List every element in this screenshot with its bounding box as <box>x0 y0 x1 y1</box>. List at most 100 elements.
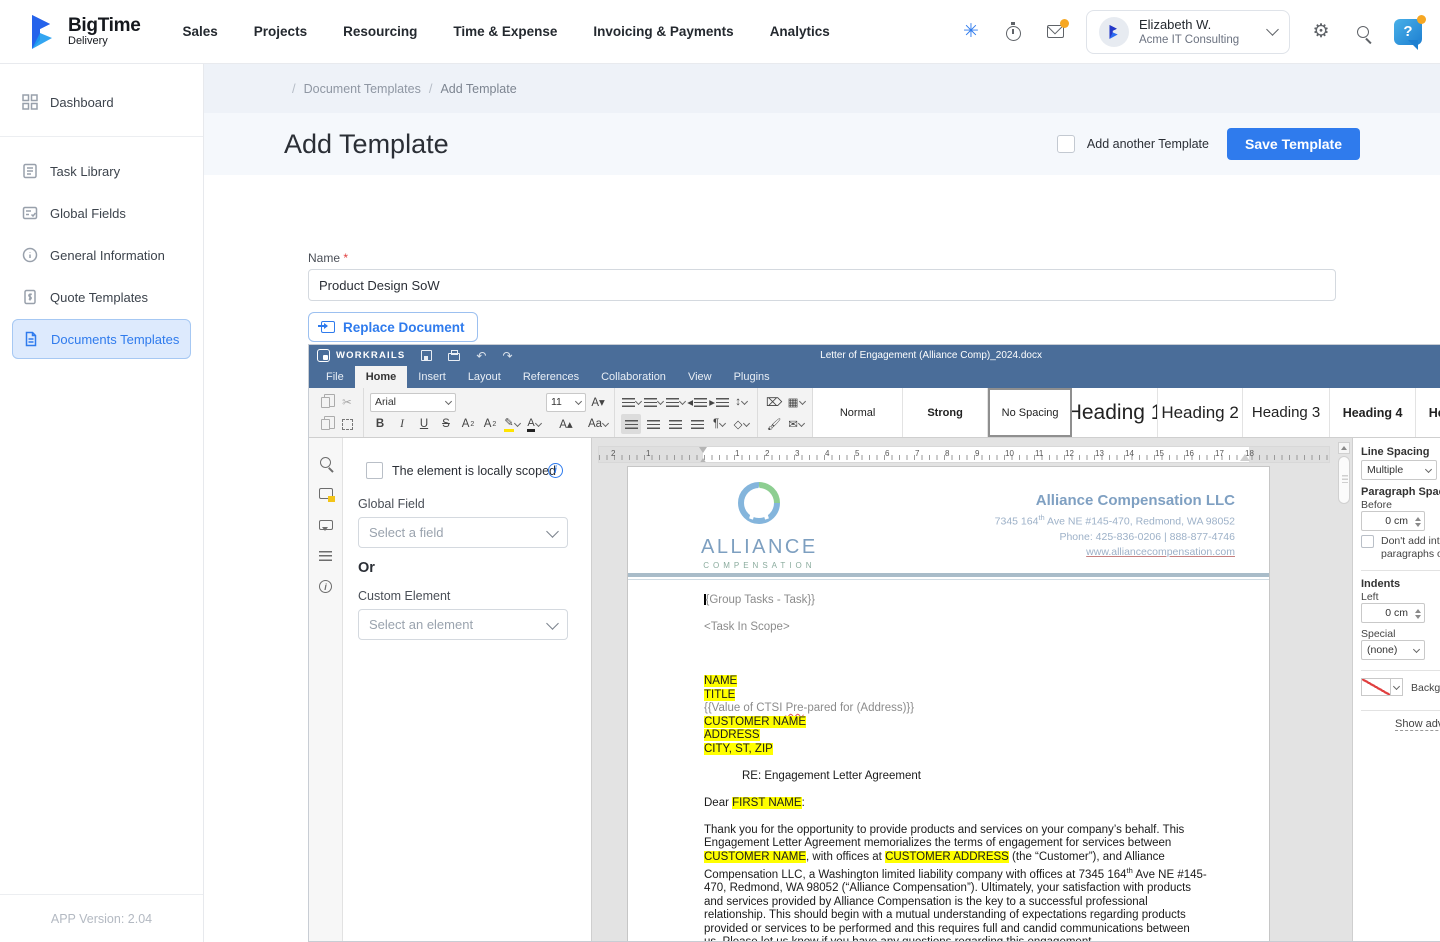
font-color-button[interactable]: A <box>524 414 544 434</box>
mail-merge-button[interactable]: ✉ <box>786 414 806 434</box>
increase-indent-button[interactable]: ▸ <box>709 392 729 412</box>
style-heading1[interactable]: Heading 1 <box>1072 388 1158 437</box>
ai-sparkle-icon[interactable]: ✳ <box>960 21 982 43</box>
print-icon[interactable] <box>448 353 460 361</box>
subscript-button[interactable]: A2 <box>480 414 500 434</box>
superscript-button[interactable]: A2 <box>458 414 478 434</box>
navigation-icon[interactable] <box>317 547 334 564</box>
nav-time-expense[interactable]: Time & Expense <box>453 24 557 39</box>
scoped-info-icon[interactable]: i <box>548 463 563 478</box>
clear-style-button[interactable]: ⌦ <box>764 392 784 412</box>
tab-layout[interactable]: Layout <box>457 366 512 388</box>
sidebar-item-quote-templates[interactable]: Quote Templates <box>12 277 191 317</box>
save-template-button[interactable]: Save Template <box>1227 128 1360 160</box>
style-heading4[interactable]: Heading 4 <box>1330 388 1416 437</box>
undo-icon[interactable]: ↶ <box>476 350 486 362</box>
underline-button[interactable]: U <box>414 414 434 434</box>
nav-analytics[interactable]: Analytics <box>770 24 830 39</box>
increase-font-button[interactable]: A▴ <box>546 414 586 434</box>
left-indent-marker[interactable] <box>699 447 708 463</box>
align-right-button[interactable] <box>665 414 685 434</box>
no-interval-checkbox[interactable] <box>1361 535 1374 548</box>
horizontal-ruler[interactable]: 21123456789101112131415161718 <box>598 446 1330 463</box>
line-spacing-button[interactable]: ↕ <box>731 392 751 412</box>
paragraph-marks-button[interactable]: ¶ <box>709 414 729 434</box>
bullet-list-button[interactable] <box>621 392 641 412</box>
tab-plugins[interactable]: Plugins <box>723 366 781 388</box>
style-no-spacing[interactable]: No Spacing <box>988 388 1072 437</box>
sidebar-item-documents-templates[interactable]: Documents Templates <box>12 319 191 359</box>
add-another-template-checkbox[interactable] <box>1057 135 1075 153</box>
copy-button[interactable] <box>315 414 335 434</box>
save-icon[interactable] <box>421 350 432 361</box>
scroll-up-button[interactable] <box>1338 442 1350 454</box>
strikethrough-button[interactable]: S <box>436 414 456 434</box>
style-heading3[interactable]: Heading 3 <box>1243 388 1330 437</box>
multilevel-list-button[interactable] <box>665 392 685 412</box>
highlight-color-button[interactable]: ✎ <box>502 414 522 434</box>
template-name-input[interactable] <box>308 269 1336 301</box>
show-advanced-link[interactable]: Show advanced settings <box>1395 718 1440 731</box>
help-icon[interactable]: ? <box>1394 19 1422 45</box>
tab-references[interactable]: References <box>512 366 590 388</box>
font-name-select[interactable]: Arial <box>370 393 456 412</box>
tab-insert[interactable]: Insert <box>407 366 457 388</box>
global-field-select[interactable]: Select a field <box>358 517 568 548</box>
align-center-button[interactable] <box>643 414 663 434</box>
special-select[interactable]: (none) <box>1361 640 1425 660</box>
custom-element-select[interactable]: Select an element <box>358 609 568 640</box>
search-icon[interactable] <box>1352 21 1374 43</box>
tab-file[interactable]: File <box>315 366 355 388</box>
background-color-swatch[interactable] <box>1361 678 1391 696</box>
cut-button[interactable]: ✂ <box>337 392 357 412</box>
inbox-icon[interactable] <box>1044 21 1066 43</box>
font-size-select[interactable]: 11 <box>546 393 586 412</box>
bigtime-logo[interactable]: BigTime Delivery <box>26 13 141 51</box>
company-website-link[interactable]: www.alliancecompensation.com <box>995 545 1235 560</box>
scrollbar-thumb[interactable] <box>1338 456 1350 504</box>
decrease-indent-button[interactable]: ◂ <box>687 392 707 412</box>
line-spacing-select[interactable]: Multiple <box>1361 460 1437 480</box>
bold-button[interactable]: B <box>370 414 390 434</box>
tab-view[interactable]: View <box>677 366 723 388</box>
timer-icon[interactable] <box>1002 21 1024 43</box>
style-heading5[interactable]: Heading 5 <box>1416 388 1440 437</box>
nav-invoicing-payments[interactable]: Invoicing & Payments <box>593 24 733 39</box>
indent-left-input[interactable]: 0 cm <box>1361 603 1425 623</box>
background-color-dropdown[interactable] <box>1391 678 1403 696</box>
nav-resourcing[interactable]: Resourcing <box>343 24 417 39</box>
locally-scoped-checkbox[interactable] <box>366 462 383 479</box>
paste-button[interactable] <box>315 392 335 412</box>
style-strong[interactable]: Strong <box>903 388 988 437</box>
spinner-arrows[interactable] <box>1415 606 1421 619</box>
tab-collaboration[interactable]: Collaboration <box>590 366 677 388</box>
spacing-before-input[interactable]: 0 cm <box>1361 511 1425 531</box>
settings-gear-icon[interactable]: ⚙ <box>1310 21 1332 43</box>
sidebar-item-general-information[interactable]: General Information <box>12 235 191 275</box>
italic-button[interactable]: I <box>392 414 412 434</box>
shading-button[interactable]: ◇ <box>731 414 751 434</box>
breadcrumb-document-templates[interactable]: Document Templates <box>304 82 421 96</box>
user-menu[interactable]: Elizabeth W. Acme IT Consulting <box>1086 10 1290 54</box>
tab-home[interactable]: Home <box>355 366 408 388</box>
align-left-button[interactable] <box>621 414 641 434</box>
select-all-button[interactable] <box>337 414 357 434</box>
style-heading2[interactable]: Heading 2 <box>1158 388 1243 437</box>
document-page[interactable]: ALLIANCE COMPENSATION Alliance Compensat… <box>627 466 1270 941</box>
redo-icon[interactable]: ↷ <box>502 350 512 362</box>
about-icon[interactable]: i <box>317 578 334 595</box>
comments-icon[interactable] <box>317 485 334 502</box>
nav-projects[interactable]: Projects <box>254 24 307 39</box>
right-indent-marker[interactable] <box>1240 449 1250 461</box>
chat-icon[interactable] <box>317 516 334 533</box>
nav-sales[interactable]: Sales <box>183 24 218 39</box>
sidebar-item-task-library[interactable]: Task Library <box>12 151 191 191</box>
style-normal[interactable]: Normal <box>813 388 903 437</box>
sidebar-item-dashboard[interactable]: Dashboard <box>12 82 191 122</box>
decrease-font-button[interactable]: A▾ <box>588 392 608 412</box>
numbered-list-button[interactable] <box>643 392 663 412</box>
letter-body[interactable]: {Group Tasks - Task}}<Task In Scope>NAME… <box>628 580 1268 941</box>
replace-document-button[interactable]: Replace Document <box>308 312 478 342</box>
change-case-button[interactable]: Aa <box>588 414 608 434</box>
sidebar-item-global-fields[interactable]: Global Fields <box>12 193 191 233</box>
